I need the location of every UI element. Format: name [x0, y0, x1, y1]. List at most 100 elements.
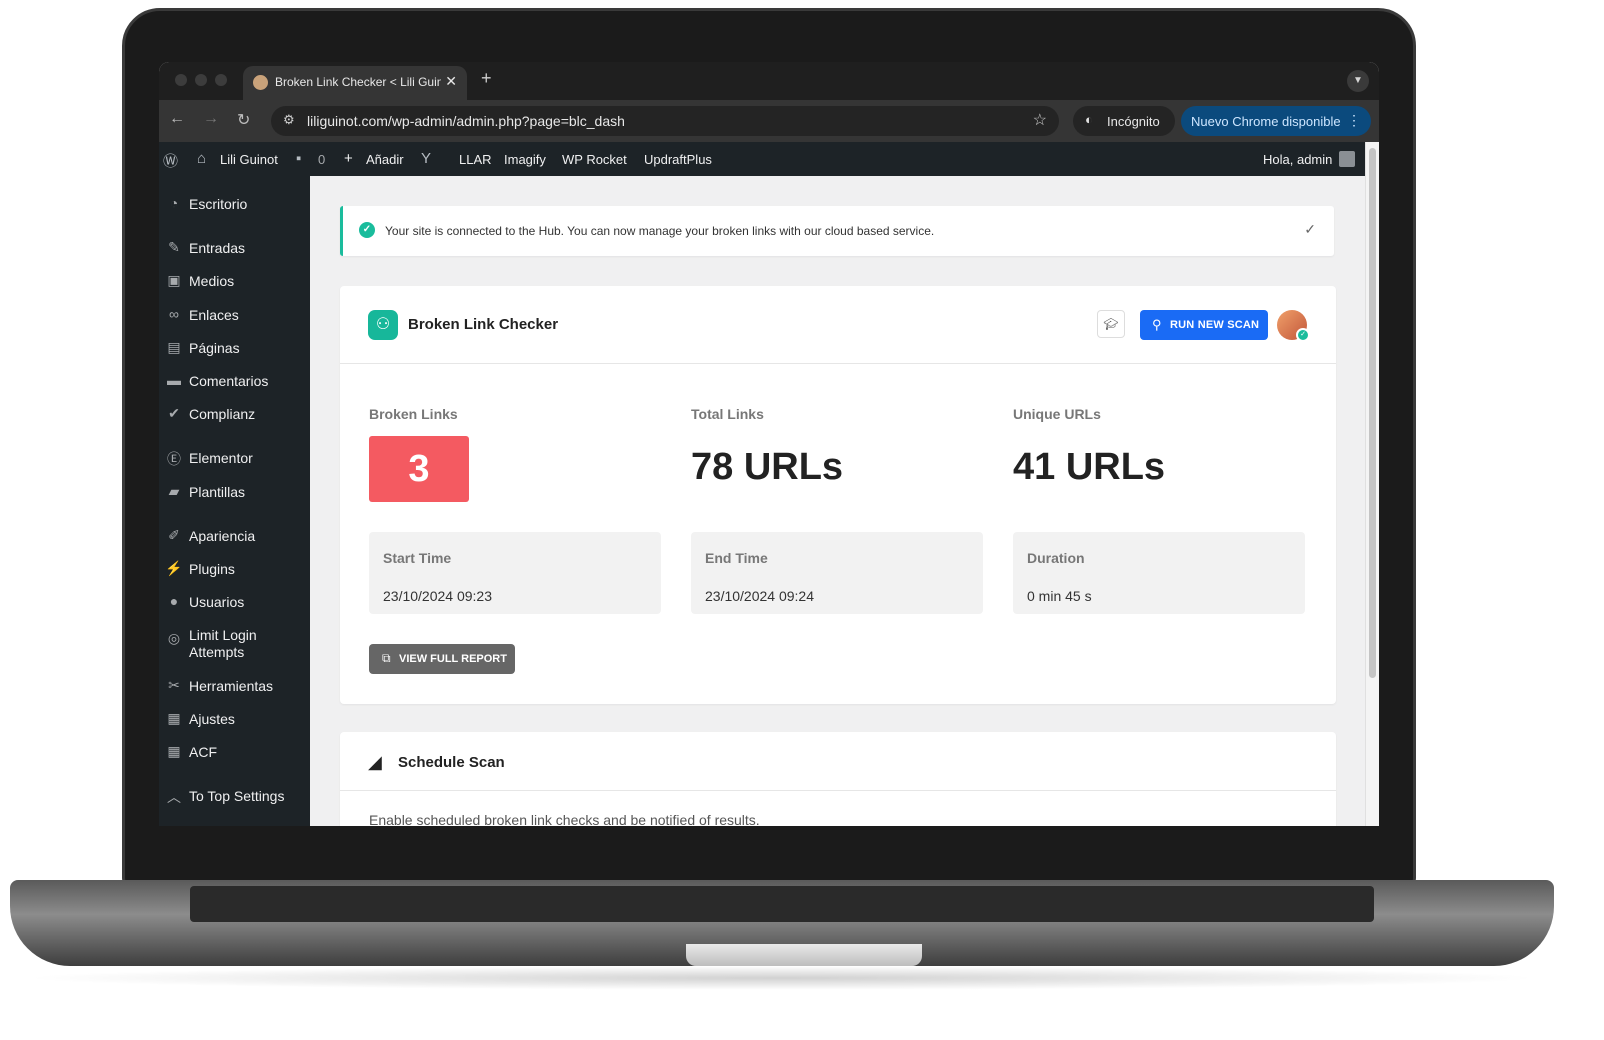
docs-graduation-cap-icon[interactable]: 🎓︎: [1097, 310, 1125, 338]
site-favicon-icon: [253, 75, 268, 90]
sidebar-item-entradas[interactable]: ✎ Entradas: [159, 233, 310, 263]
browser-tab-bar: Broken Link Checker < Lili Guinot ✕ + ▼: [159, 62, 1379, 100]
page-scrollbar[interactable]: [1365, 142, 1379, 826]
laptop-keyboard-well: [190, 886, 1374, 922]
admin-bar-wp-rocket[interactable]: WP Rocket: [562, 152, 627, 167]
pages-icon: ▤: [167, 339, 181, 355]
duration-value: 0 min 45 s: [1027, 588, 1092, 604]
admin-bar-updraftplus[interactable]: UpdraftPlus: [644, 152, 712, 167]
success-check-icon: ✓: [359, 222, 375, 238]
sidebar-item-comentarios[interactable]: ▬ Comentarios: [159, 366, 310, 396]
user-icon: ●: [169, 593, 179, 609]
admin-avatar[interactable]: [1339, 151, 1355, 167]
unique-urls-label: Unique URLs: [1013, 406, 1101, 422]
schedule-scan-description: Enable scheduled broken link checks and …: [369, 812, 760, 826]
sidebar-item-herramientas[interactable]: ✂ Herramientas: [159, 671, 310, 701]
comment-bubble-icon[interactable]: ▪: [296, 150, 301, 167]
new-tab-button[interactable]: +: [481, 68, 492, 89]
scrollbar-thumb[interactable]: [1369, 148, 1376, 678]
sidebar-item-label: Plugins: [189, 561, 235, 577]
chrome-update-label: Nuevo Chrome disponible: [1191, 114, 1341, 129]
admin-bar-add-new[interactable]: Añadir: [366, 152, 404, 167]
home-icon[interactable]: ⌂: [197, 150, 206, 167]
forward-arrow-icon[interactable]: →: [203, 110, 219, 128]
window-close-dot[interactable]: [175, 74, 187, 86]
browser-tab[interactable]: Broken Link Checker < Lili Guinot ✕: [243, 66, 467, 100]
back-arrow-icon[interactable]: ←: [169, 110, 185, 128]
sidebar-item-apariencia[interactable]: ✐ Apariencia: [159, 521, 310, 551]
yoast-seo-icon[interactable]: Y: [421, 150, 431, 167]
bookmark-star-icon[interactable]: ☆: [1033, 110, 1047, 130]
run-new-scan-label: RUN NEW SCAN: [1170, 319, 1260, 331]
sidebar-item-limit-login-attempts[interactable]: ◎ Limit Login Attempts: [159, 620, 310, 660]
plus-icon[interactable]: +: [344, 150, 353, 167]
view-full-report-button[interactable]: ⧉ VIEW FULL REPORT: [369, 644, 515, 674]
sidebar-item-acf[interactable]: ▦ ACF: [159, 737, 310, 767]
start-time-value: 23/10/2024 09:23: [383, 588, 492, 604]
end-time-value: 23/10/2024 09:24: [705, 588, 814, 604]
pin-icon: ✎: [168, 239, 180, 255]
sidebar-item-plugins[interactable]: ⚡ Plugins: [159, 554, 310, 584]
end-time-box: End Time 23/10/2024 09:24: [691, 532, 983, 614]
sidebar-item-paginas[interactable]: ▤ Páginas: [159, 333, 310, 363]
chrome-update-button[interactable]: Nuevo Chrome disponible ⋮: [1181, 106, 1371, 136]
chevron-up-icon: ︿: [167, 789, 181, 805]
tab-search-chevron-icon[interactable]: ▼: [1347, 70, 1369, 92]
broken-link-checker-logo-icon: ⚇: [368, 310, 398, 340]
hub-user-avatar[interactable]: ✓: [1277, 310, 1310, 342]
sidebar-item-label: Medios: [189, 273, 235, 289]
sidebar-item-to-top-settings[interactable]: ︿ To Top Settings: [159, 781, 310, 811]
hub-connected-notice: ✓ Your site is connected to the Hub. You…: [340, 206, 1334, 256]
sidebar-item-ajustes[interactable]: ▦ Ajustes: [159, 704, 310, 734]
address-bar[interactable]: ⚙ liliguinot.com/wp-admin/admin.php?page…: [271, 106, 1059, 136]
admin-bar-comment-count[interactable]: 0: [318, 152, 325, 167]
wordpress-logo-icon[interactable]: Ⓦ: [163, 150, 178, 171]
sidebar-item-medios[interactable]: ▣ Medios: [159, 266, 310, 296]
laptop-notch: [686, 944, 922, 966]
dismiss-check-icon[interactable]: ✓: [1304, 221, 1316, 238]
sidebar-item-label: Plantillas: [189, 484, 246, 500]
admin-bar-llar[interactable]: LLAR: [459, 152, 492, 167]
elementor-icon: Ⓔ: [167, 451, 181, 467]
incognito-indicator[interactable]: ◐ Incógnito: [1073, 106, 1175, 136]
sidebar-item-label: Complianz: [189, 406, 256, 422]
sidebar-item-label: Elementor: [189, 450, 253, 466]
end-time-label: End Time: [705, 550, 768, 566]
chart-trend-icon: ◢: [368, 752, 382, 772]
sidebar-item-usuarios[interactable]: ● Usuarios: [159, 587, 310, 617]
total-links-value: 78 URLs: [691, 446, 844, 488]
tab-close-icon[interactable]: ✕: [445, 73, 457, 90]
sidebar-item-plantillas[interactable]: ▰ Plantillas: [159, 477, 310, 507]
sidebar-item-enlaces[interactable]: ∞ Enlaces: [159, 300, 310, 330]
window-zoom-dot[interactable]: [215, 74, 227, 86]
sidebar-item-label: Herramientas: [189, 678, 274, 694]
screen: Broken Link Checker < Lili Guinot ✕ + ▼ …: [159, 62, 1379, 826]
sidebar-item-label: ACF: [189, 744, 217, 760]
incognito-icon: ◐: [1085, 112, 1093, 127]
check-icon: ✔: [168, 405, 180, 421]
total-links-label: Total Links: [691, 406, 764, 422]
plug-icon: ⚡: [165, 560, 183, 576]
sidebar-item-complianz[interactable]: ✔ Complianz: [159, 399, 310, 429]
sidebar-item-label: Comentarios: [189, 373, 269, 389]
unique-urls-value: 41 URLs: [1013, 446, 1166, 488]
run-new-scan-button[interactable]: ⚲ RUN NEW SCAN: [1140, 310, 1268, 340]
address-url[interactable]: liliguinot.com/wp-admin/admin.php?page=b…: [307, 113, 625, 129]
admin-bar-imagify[interactable]: Imagify: [504, 152, 546, 167]
folder-icon: ▰: [168, 483, 180, 499]
broken-links-count: 3: [369, 436, 469, 502]
fingerprint-icon: ◎: [167, 630, 181, 646]
site-settings-icon[interactable]: ⚙: [283, 112, 295, 128]
sidebar-item-label: Entradas: [189, 240, 246, 256]
sidebar-item-escritorio[interactable]: ◔ Escritorio: [159, 189, 310, 219]
kebab-menu-icon[interactable]: ⋮: [1347, 112, 1361, 129]
window-minimize-dot[interactable]: [195, 74, 207, 86]
dashboard-icon: ◔: [169, 195, 179, 211]
broken-link-checker-card: ⚇ Broken Link Checker 🎓︎ ⚲ RUN NEW SCAN …: [340, 286, 1336, 704]
broken-links-label: Broken Links: [369, 406, 458, 422]
sidebar-item-label: Usuarios: [189, 594, 245, 610]
admin-bar-site-name[interactable]: Lili Guinot: [220, 152, 278, 167]
reload-icon[interactable]: ↻: [237, 110, 250, 130]
sidebar-item-elementor[interactable]: Ⓔ Elementor: [159, 443, 310, 473]
admin-bar-greeting[interactable]: Hola, admin: [1263, 152, 1332, 167]
